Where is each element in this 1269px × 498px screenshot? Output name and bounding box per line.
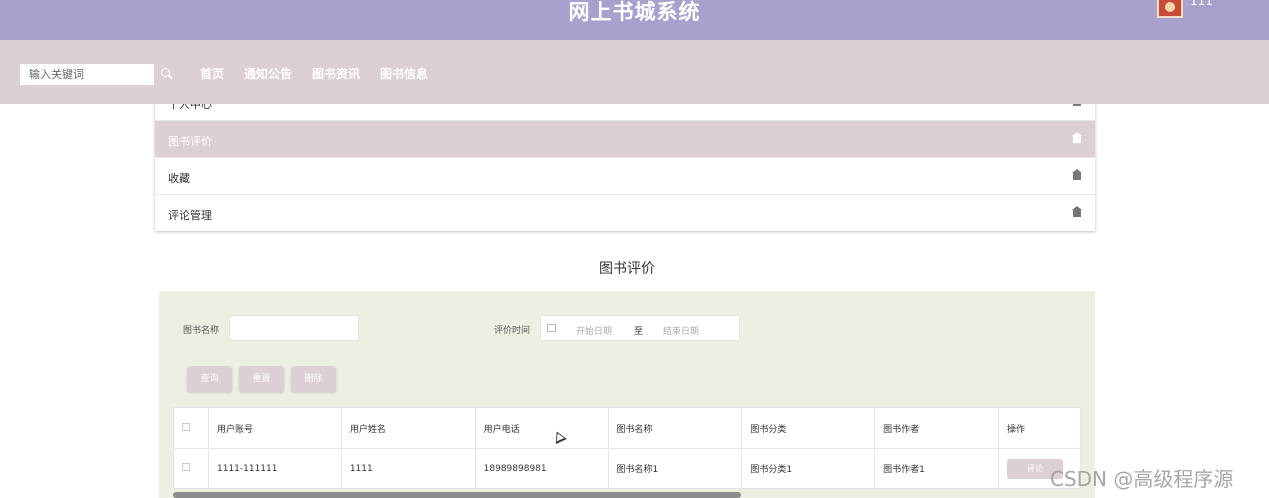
column-header: 图书作者 bbox=[874, 407, 999, 449]
end-date-placeholder[interactable]: 结束日期 bbox=[663, 324, 699, 337]
review-time-label: 评价时间 bbox=[494, 326, 531, 336]
menu-item-label: 收藏 bbox=[168, 172, 190, 185]
home-icon bbox=[1072, 206, 1082, 217]
table-row: 1111-111111 1111 18989898981 图书名称1 图书分类1… bbox=[173, 448, 1082, 489]
horizontal-scrollbar[interactable] bbox=[173, 492, 741, 498]
nav-link-home[interactable]: 首页 bbox=[200, 65, 224, 82]
book-name-label: 图书名称 bbox=[183, 326, 220, 336]
search-input[interactable] bbox=[20, 64, 154, 85]
menu-item-book-review[interactable]: 图书评价 bbox=[155, 121, 1095, 158]
book-name-input[interactable] bbox=[229, 315, 359, 341]
table-header-row: 用户账号 用户姓名 用户电话 图书名称 图书分类 图书作者 操作 bbox=[173, 407, 1082, 449]
home-icon bbox=[1072, 132, 1082, 143]
delete-button[interactable]: 删除 bbox=[291, 366, 336, 392]
calendar-icon bbox=[547, 324, 556, 332]
select-all-checkbox[interactable] bbox=[182, 422, 190, 431]
site-title: 网上书城系统 bbox=[568, 0, 701, 24]
column-header: 图书分类 bbox=[741, 407, 876, 449]
row-select-cell bbox=[173, 448, 209, 489]
watermark: CSDN @高级程序源 bbox=[1050, 467, 1234, 491]
cell-account: 1111-111111 bbox=[207, 448, 342, 489]
column-header: 用户电话 bbox=[474, 407, 609, 449]
review-panel: 图书名称 评价时间 开始日期 至 结束日期 查询 重置 删除 用户账号 用户姓名… bbox=[159, 291, 1095, 498]
column-header: 用户姓名 bbox=[340, 407, 476, 449]
nav-link-book-info[interactable]: 图书信息 bbox=[380, 65, 428, 82]
column-header: 用户账号 bbox=[207, 407, 342, 449]
start-date-placeholder[interactable]: 开始日期 bbox=[576, 324, 612, 337]
query-button[interactable]: 查询 bbox=[187, 366, 232, 392]
menu-item-favorites[interactable]: 收藏 bbox=[155, 158, 1095, 195]
section-title: 图书评价 bbox=[599, 261, 655, 277]
home-icon bbox=[1072, 169, 1082, 180]
user-name[interactable]: 111 bbox=[1190, 0, 1213, 8]
column-header: 操作 bbox=[997, 407, 1082, 449]
select-all-cell bbox=[173, 407, 209, 449]
cell-book-name: 图书名称1 bbox=[607, 448, 743, 489]
cell-author: 图书作者1 bbox=[874, 448, 999, 489]
cell-category: 图书分类1 bbox=[741, 448, 876, 489]
review-table: 用户账号 用户姓名 用户电话 图书名称 图书分类 图书作者 操作 1111-11… bbox=[173, 407, 1082, 489]
search-icon[interactable] bbox=[160, 67, 174, 81]
date-range-picker[interactable]: 开始日期 至 结束日期 bbox=[540, 315, 740, 341]
row-checkbox[interactable] bbox=[182, 463, 190, 471]
menu-item-comment-management[interactable]: 评论管理 bbox=[155, 195, 1095, 232]
cell-name: 1111 bbox=[340, 448, 476, 489]
nav-bar: 首页 通知公告 图书资讯 图书信息 bbox=[0, 40, 1269, 104]
nav-link-book-news[interactable]: 图书资讯 bbox=[312, 65, 360, 82]
nav-link-notices[interactable]: 通知公告 bbox=[244, 65, 292, 82]
date-range-separator: 至 bbox=[634, 327, 644, 337]
column-header: 图书名称 bbox=[607, 407, 743, 449]
user-menu: 个人中心 图书评价 收藏 评论管理 bbox=[155, 84, 1095, 231]
cell-phone: 18989898981 bbox=[474, 448, 609, 489]
reset-button[interactable]: 重置 bbox=[239, 366, 284, 392]
menu-item-label: 评论管理 bbox=[168, 209, 212, 222]
menu-item-label: 图书评价 bbox=[168, 135, 212, 148]
title-bar: 网上书城系统 111 bbox=[0, 0, 1269, 40]
user-avatar[interactable] bbox=[1157, 0, 1183, 18]
